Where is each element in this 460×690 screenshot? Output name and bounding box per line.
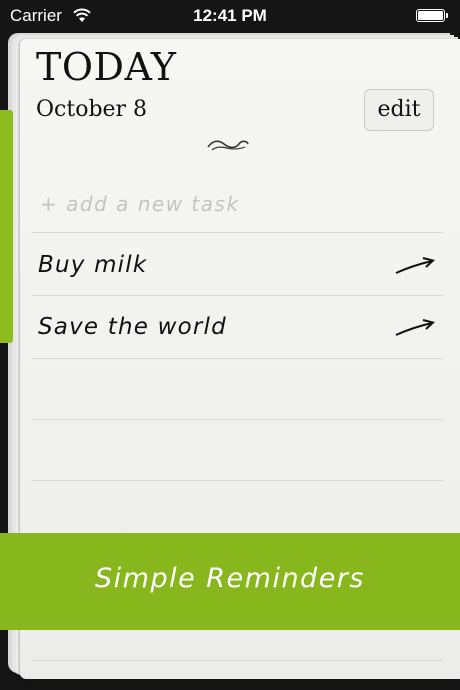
app-banner: Simple Reminders (0, 533, 460, 630)
notebook-tab (0, 110, 13, 343)
ruled-line (32, 295, 443, 296)
task-row[interactable]: Buy milk (32, 235, 443, 295)
banner-title: Simple Reminders (95, 563, 365, 594)
status-time: 12:41 PM (193, 6, 267, 25)
add-task-input[interactable]: + add a new task (40, 192, 240, 216)
ruled-line (32, 660, 443, 661)
page-date: October 8 (36, 97, 148, 122)
task-label: Save the world (38, 314, 227, 340)
ruled-line (32, 419, 443, 420)
status-bar: Carrier 12:41 PM (0, 0, 460, 32)
ruled-line (32, 232, 443, 233)
ruled-line (32, 480, 443, 481)
arrow-right-icon[interactable] (393, 317, 437, 339)
task-label: Buy milk (38, 252, 148, 278)
battery-icon (416, 9, 450, 24)
ruled-line (32, 358, 443, 359)
arrow-right-icon[interactable] (393, 255, 437, 277)
app-screen: Carrier 12:41 PM TODAY October 8 edit + … (0, 0, 460, 690)
edit-button[interactable]: edit (364, 89, 434, 131)
flourish-icon (207, 140, 249, 151)
page-title: TODAY (36, 45, 177, 89)
task-row[interactable]: Save the world (32, 297, 443, 357)
